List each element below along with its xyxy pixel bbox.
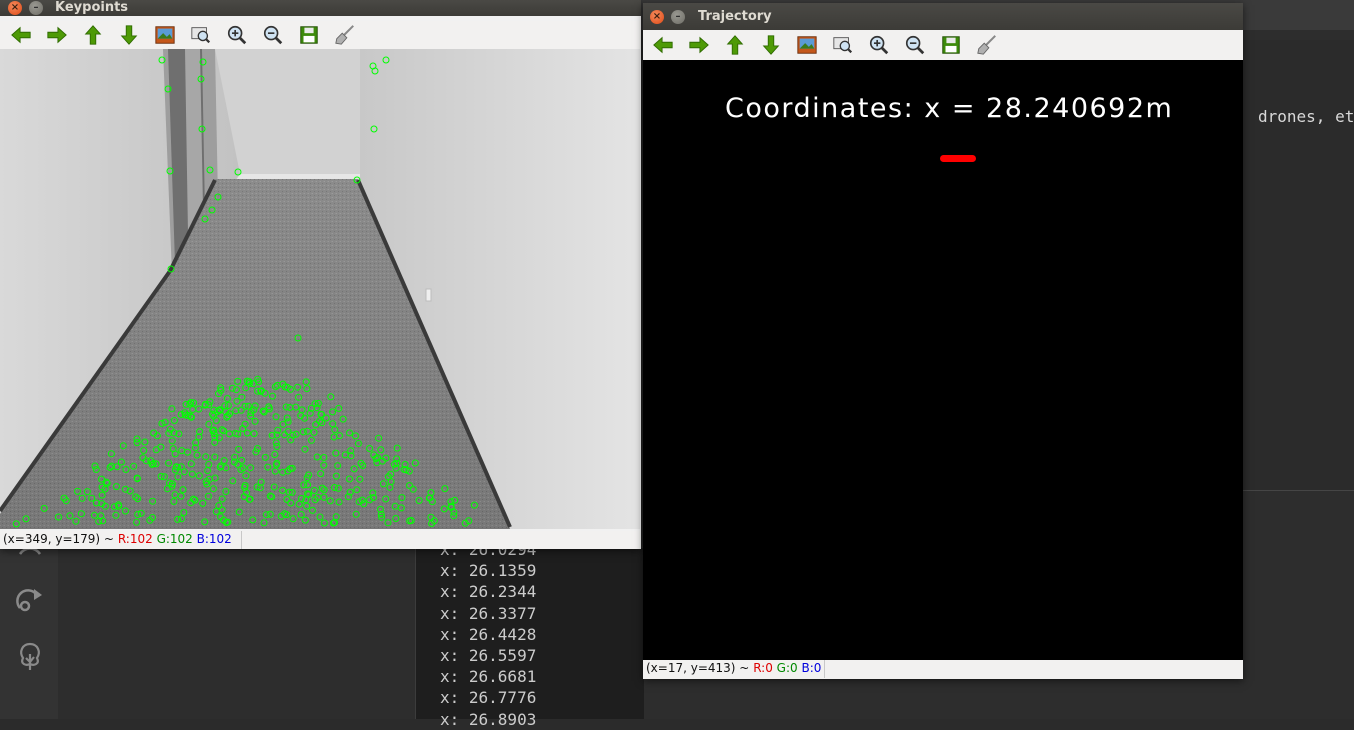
status-r: R:0 xyxy=(753,661,773,675)
share-icon[interactable] xyxy=(14,584,46,616)
arrow-left-icon[interactable] xyxy=(650,32,676,58)
image-icon[interactable] xyxy=(152,22,178,48)
coordinates-label: Coordinates: x = 28.240692m xyxy=(725,93,1174,124)
terminal-line: x: 26.4428 xyxy=(440,624,537,644)
keypoints-window: × – Keypoints (x=349, y=179) ~ R:102 G:1… xyxy=(0,0,641,549)
tree-icon[interactable] xyxy=(14,640,46,672)
zoom-out-icon[interactable] xyxy=(902,32,928,58)
status-b: B:102 xyxy=(196,532,232,546)
hallway-image xyxy=(0,49,640,529)
editor-text-fragment: drones, et xyxy=(1258,107,1354,126)
arrow-down-icon[interactable] xyxy=(116,22,142,48)
terminal-line: x: 26.1359 xyxy=(440,561,537,581)
trajectory-statusbar: (x=17, y=413) ~ R:0 G:0 B:0 xyxy=(643,660,1243,679)
arrow-right-icon[interactable] xyxy=(44,22,70,48)
arrow-right-icon[interactable] xyxy=(686,32,712,58)
zoom-in-icon[interactable] xyxy=(866,32,892,58)
zoom-fit-icon[interactable] xyxy=(188,22,214,48)
zoom-out-icon[interactable] xyxy=(260,22,286,48)
terminal-output: x: 26.0294 x: 26.1359 x: 26.2344 x: 26.3… xyxy=(440,539,536,730)
zoom-in-icon[interactable] xyxy=(224,22,250,48)
status-g: G:0 xyxy=(776,661,798,675)
window-title: Keypoints xyxy=(55,0,129,15)
status-r: R:102 xyxy=(117,532,153,546)
close-button[interactable]: × xyxy=(8,1,22,15)
terminal-line: x: 26.6681 xyxy=(440,667,537,687)
brush-icon[interactable] xyxy=(974,32,1000,58)
terminal-line: x: 26.7776 xyxy=(440,688,537,708)
arrow-down-icon[interactable] xyxy=(758,32,784,58)
keypoints-titlebar[interactable]: × – Keypoints xyxy=(0,0,641,16)
arrow-left-icon[interactable] xyxy=(8,22,34,48)
image-icon[interactable] xyxy=(794,32,820,58)
close-button[interactable]: × xyxy=(650,10,664,24)
save-icon[interactable] xyxy=(938,32,964,58)
terminal-panel[interactable]: x: 26.0294 x: 26.1359 x: 26.2344 x: 26.3… xyxy=(415,540,644,729)
activity-bar xyxy=(0,547,58,719)
trajectory-window: × – Trajectory Coordinates: x = 28.24069… xyxy=(643,3,1243,679)
terminal-line: x: 26.5597 xyxy=(440,645,537,665)
terminal-line: x: 26.2344 xyxy=(440,582,537,602)
brush-icon[interactable] xyxy=(332,22,358,48)
arrow-up-icon[interactable] xyxy=(80,22,106,48)
trajectory-toolbar xyxy=(643,30,1243,60)
terminal-line: x: 26.3377 xyxy=(440,603,537,623)
zoom-fit-icon[interactable] xyxy=(830,32,856,58)
status-coords: (x=349, y=179) ~ xyxy=(3,532,114,546)
minimize-button[interactable]: – xyxy=(671,10,685,24)
panel-divider xyxy=(1243,490,1354,491)
status-coords: (x=17, y=413) ~ xyxy=(646,661,750,675)
settings-sync-icon[interactable] xyxy=(14,547,46,580)
trajectory-titlebar[interactable]: × – Trajectory xyxy=(643,3,1243,30)
keypoints-statusbar: (x=349, y=179) ~ R:102 G:102 B:102 xyxy=(0,531,641,549)
arrow-up-icon[interactable] xyxy=(722,32,748,58)
window-title: Trajectory xyxy=(698,9,772,24)
terminal-line: x: 26.8903 xyxy=(440,709,537,729)
status-pixel-info: (x=349, y=179) ~ R:102 G:102 B:102 xyxy=(3,532,232,546)
status-divider xyxy=(241,531,242,549)
save-icon[interactable] xyxy=(296,22,322,48)
status-divider xyxy=(824,660,825,678)
keypoints-image[interactable] xyxy=(0,49,640,529)
keypoints-toolbar xyxy=(0,21,641,49)
status-pixel-info: (x=17, y=413) ~ R:0 G:0 B:0 xyxy=(646,661,821,675)
trajectory-path xyxy=(940,155,976,162)
status-b: B:0 xyxy=(801,661,822,675)
status-g: G:102 xyxy=(156,532,193,546)
trajectory-canvas[interactable]: Coordinates: x = 28.240692m xyxy=(643,60,1243,660)
minimize-button[interactable]: – xyxy=(29,1,43,15)
